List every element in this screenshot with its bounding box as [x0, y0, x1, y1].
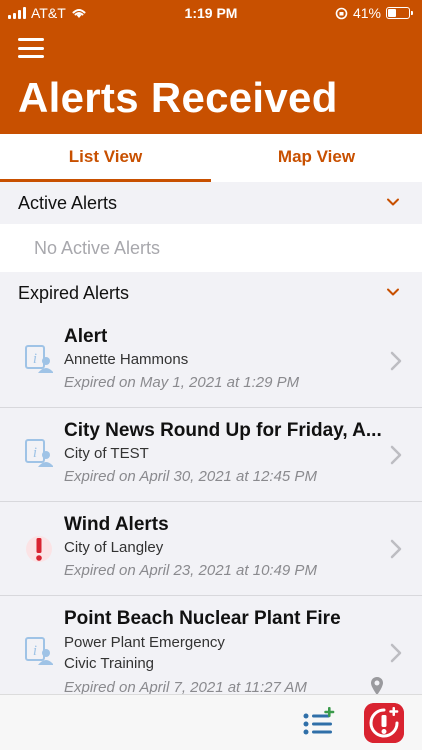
alert-list-item[interactable]: i Alert Annette Hammons Expired on May 1… [0, 314, 422, 408]
exclamation-icon [26, 536, 52, 562]
section-title: Expired Alerts [18, 283, 130, 303]
battery-icon [386, 7, 413, 19]
svg-text:i: i [33, 643, 37, 659]
alert-sender: City of Langley [64, 539, 164, 556]
section-title: Active Alerts [18, 193, 118, 213]
alert-add-icon[interactable] [364, 703, 404, 743]
alert-title: Wind Alerts [64, 514, 169, 535]
alert-title: City News Round Up for Friday, A... [64, 420, 382, 441]
svg-text:i: i [33, 445, 37, 461]
section-expired-alerts[interactable]: Expired Alerts [0, 272, 422, 314]
info-person-icon: i [25, 637, 53, 665]
section-active-alerts[interactable]: Active Alerts [0, 182, 422, 224]
alert-category: Power Plant Emergency [64, 634, 225, 651]
chevron-right-icon [390, 539, 402, 559]
expired-alert-list: i Alert Annette Hammons Expired on May 1… [0, 314, 422, 696]
menu-icon[interactable] [18, 38, 44, 58]
alert-expiry: Expired on May 1, 2021 at 1:29 PM [64, 374, 300, 391]
chevron-down-icon [387, 198, 399, 206]
orientation-lock-icon [335, 7, 348, 19]
view-tabs: List View Map View [0, 134, 422, 182]
battery-percent: 41% [352, 5, 381, 21]
status-right: 41% [335, 5, 413, 21]
alert-sender: City of TEST [64, 445, 149, 462]
list-add-icon[interactable] [302, 707, 336, 739]
alert-title: Point Beach Nuclear Plant Fire [64, 608, 341, 629]
chevron-down-icon [387, 288, 399, 296]
status-bar: AT&T 1:19 PM 41% [0, 0, 422, 26]
chevron-right-icon [390, 351, 402, 371]
info-person-icon: i [25, 439, 53, 467]
alert-sender: Civic Training [64, 655, 155, 672]
page-title: Alerts Received [18, 74, 338, 121]
battery-fill [388, 9, 397, 17]
info-person-icon: i [25, 345, 53, 373]
alert-title: Alert [64, 326, 108, 347]
alert-list-item[interactable]: i Point Beach Nuclear Plant Fire Power P… [0, 596, 422, 696]
empty-active-alerts: No Active Alerts [0, 224, 422, 272]
alert-expiry: Expired on April 23, 2021 at 10:49 PM [64, 562, 317, 579]
alert-expiry: Expired on April 30, 2021 at 12:45 PM [64, 468, 317, 485]
alert-list-item[interactable]: i City News Round Up for Friday, A... Ci… [0, 408, 422, 502]
chevron-right-icon [390, 643, 402, 663]
bottom-toolbar [0, 694, 422, 750]
alert-sender: Annette Hammons [64, 351, 189, 368]
alert-list-item[interactable]: Wind Alerts City of Langley Expired on A… [0, 502, 422, 596]
tab-list-view[interactable]: List View [0, 134, 211, 182]
svg-text:i: i [33, 351, 37, 367]
chevron-right-icon [390, 445, 402, 465]
tab-map-view[interactable]: Map View [211, 134, 422, 182]
location-pin-icon [371, 677, 383, 695]
app-header: Alerts Received [0, 26, 422, 134]
